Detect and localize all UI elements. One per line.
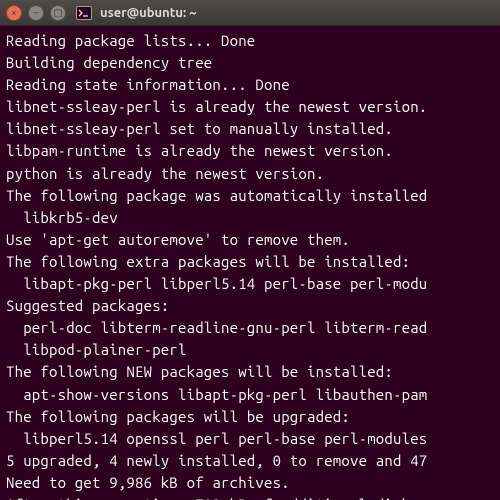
maximize-button[interactable]: ▢ bbox=[50, 5, 66, 21]
terminal-line: libnet-ssleay-perl set to manually insta… bbox=[6, 120, 393, 137]
terminal-line: Building dependency tree bbox=[6, 54, 212, 71]
terminal-line: Suggested packages: bbox=[6, 297, 169, 314]
terminal-line: The following package was automatically … bbox=[6, 187, 427, 204]
terminal-line: Reading package lists... Done bbox=[6, 32, 255, 49]
maximize-icon: ▢ bbox=[53, 8, 62, 18]
terminal-line: libapt-pkg-perl libperl5.14 perl-base pe… bbox=[6, 275, 427, 292]
terminal-line: Use 'apt-get autoremove' to remove them. bbox=[6, 231, 350, 248]
terminal-line: perl-doc libterm-readline-gnu-perl libte… bbox=[6, 319, 427, 336]
terminal-line: apt-show-versions libapt-pkg-perl libaut… bbox=[6, 386, 427, 403]
terminal-window: × – ▢ user@ubuntu: ~ Reading package lis… bbox=[0, 0, 500, 500]
close-button[interactable]: × bbox=[6, 5, 22, 21]
terminal-line: libnet-ssleay-perl is already the newest… bbox=[6, 98, 427, 115]
terminal-line: python is already the newest version. bbox=[6, 165, 324, 182]
terminal-line: The following extra packages will be ins… bbox=[6, 253, 410, 270]
terminal-line: Reading state information... Done bbox=[6, 76, 290, 93]
terminal-icon bbox=[76, 5, 92, 21]
window-titlebar[interactable]: × – ▢ user@ubuntu: ~ bbox=[0, 0, 500, 26]
terminal-line: libkrb5-dev bbox=[6, 209, 118, 226]
minimize-button[interactable]: – bbox=[28, 5, 44, 21]
close-icon: × bbox=[11, 8, 17, 18]
terminal-line: libpod-plainer-perl bbox=[6, 341, 187, 358]
terminal-line: libperl5.14 openssl perl perl-base perl-… bbox=[6, 430, 427, 447]
terminal-line: After this operation, 703 kB of addition… bbox=[6, 496, 427, 500]
minimize-icon: – bbox=[34, 8, 39, 18]
terminal-line: The following packages will be upgraded: bbox=[6, 408, 350, 425]
terminal-line: The following NEW packages will be insta… bbox=[6, 363, 393, 380]
terminal-line: 5 upgraded, 4 newly installed, 0 to remo… bbox=[6, 452, 427, 469]
terminal-body[interactable]: Reading package lists... Done Building d… bbox=[0, 26, 500, 500]
window-title: user@ubuntu: ~ bbox=[100, 6, 197, 20]
terminal-line: Need to get 9,986 kB of archives. bbox=[6, 474, 290, 491]
terminal-line: libpam-runtime is already the newest ver… bbox=[6, 142, 393, 159]
